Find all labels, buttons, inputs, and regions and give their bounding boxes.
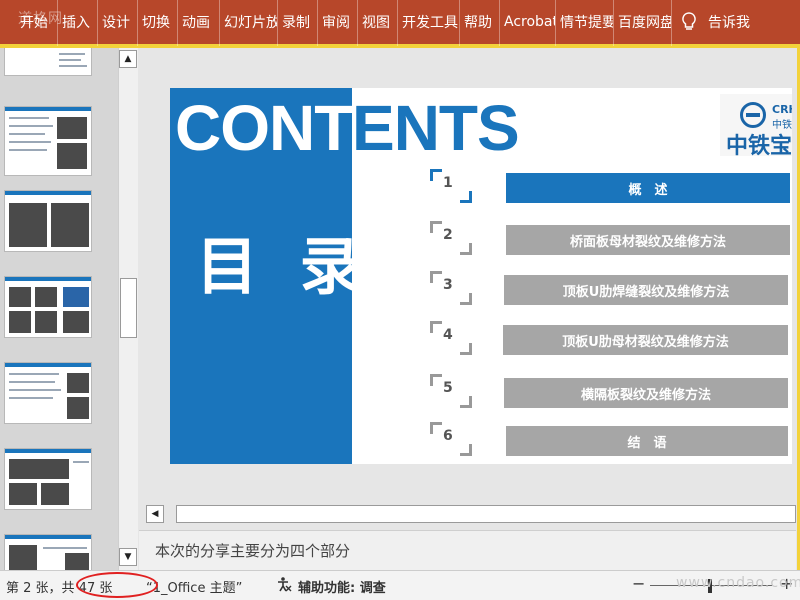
- tab-developer[interactable]: 开发工具: [398, 0, 460, 46]
- slide-thumbnail[interactable]: [4, 48, 92, 76]
- toc-item: 6 结 语: [426, 422, 792, 462]
- logo-text-cn: 中铁宝: [726, 134, 792, 159]
- accessibility-icon: [278, 577, 292, 592]
- logo-text-en: CRH: [772, 103, 792, 116]
- scroll-thumb[interactable]: [176, 505, 796, 523]
- notes-pane[interactable]: 本次的分享主要分为四个部分: [139, 530, 796, 570]
- red-annotation-circle: [76, 572, 158, 598]
- tab-baidu-netdisk[interactable]: 百度网盘: [614, 0, 672, 46]
- slide-thumbnail[interactable]: [4, 534, 92, 570]
- logo-icon: [740, 102, 766, 128]
- tab-animations[interactable]: 动画: [178, 0, 220, 46]
- zoom-out-button[interactable]: −: [632, 574, 645, 593]
- slide-title-part-2: ENTS: [352, 92, 520, 164]
- tab-help[interactable]: 帮助: [460, 0, 500, 46]
- slide-thumbnail[interactable]: [4, 362, 92, 424]
- toc-label: 顶板U肋焊缝裂纹及维修方法: [504, 275, 788, 305]
- toc-number: 5: [443, 380, 453, 396]
- slide-thumbnail[interactable]: [4, 106, 92, 176]
- slide-canvas: CONT ENTS 目 录 CRH 中铁 中铁宝 1 概 述 2 桥面板母材裂纹…: [139, 48, 796, 500]
- slide-thumbnail[interactable]: [4, 276, 92, 338]
- tab-design[interactable]: 设计: [98, 0, 138, 46]
- tell-me-search[interactable]: 告诉我: [706, 0, 754, 46]
- notes-text[interactable]: 本次的分享主要分为四个部分: [155, 540, 350, 561]
- toc-number: 4: [443, 327, 453, 343]
- tab-slideshow[interactable]: 幻灯片放映: [220, 0, 278, 46]
- slide-thumbnail-pane[interactable]: [0, 48, 118, 570]
- toc-item: 1 概 述: [426, 169, 792, 209]
- toc-label: 顶板U肋母材裂纹及维修方法: [503, 325, 788, 355]
- toc-label: 桥面板母材裂纹及维修方法: [506, 225, 790, 255]
- accessibility-status[interactable]: 辅助功能: 调查: [298, 577, 386, 596]
- slide[interactable]: CONT ENTS 目 录 CRH 中铁 中铁宝 1 概 述 2 桥面板母材裂纹…: [170, 88, 792, 464]
- toc-number: 2: [443, 227, 453, 243]
- toc-item: 2 桥面板母材裂纹及维修方法: [426, 221, 792, 261]
- tab-insert[interactable]: 插入: [58, 0, 98, 46]
- lightbulb-icon[interactable]: [672, 0, 706, 46]
- ribbon-tab-bar: 开始 插入 设计 切换 动画 幻灯片放映 录制 审阅 视图 开发工具 帮助 Ac…: [0, 0, 800, 48]
- tab-record[interactable]: 录制: [278, 0, 318, 46]
- scroll-left-button[interactable]: ◀: [146, 505, 164, 523]
- tab-review[interactable]: 审阅: [318, 0, 358, 46]
- toc-item: 4 顶板U肋母材裂纹及维修方法: [426, 321, 792, 361]
- toc-item: 3 顶板U肋焊缝裂纹及维修方法: [426, 271, 792, 311]
- toc-label: 概 述: [506, 173, 790, 203]
- tab-acrobat[interactable]: Acrobat: [500, 0, 556, 46]
- horizontal-scrollbar[interactable]: ◀: [146, 505, 796, 523]
- slide-title-part-1: CONT: [175, 92, 353, 164]
- toc-label: 横隔板裂纹及维修方法: [504, 378, 788, 408]
- toc-item: 5 横隔板裂纹及维修方法: [426, 374, 792, 414]
- toc-number: 3: [443, 277, 453, 293]
- slide-thumbnail[interactable]: [4, 448, 92, 510]
- tab-view[interactable]: 视图: [358, 0, 398, 46]
- company-logo: CRH 中铁 中铁宝: [720, 94, 792, 159]
- tab-storyboard[interactable]: 情节提要: [556, 0, 614, 46]
- tab-transitions[interactable]: 切换: [138, 0, 178, 46]
- slide-subtitle: 目 录: [196, 230, 372, 303]
- scroll-up-button[interactable]: ▲: [119, 50, 137, 68]
- watermark: www.cndao.com: [676, 575, 800, 591]
- theme-name: “1_Office 主题”: [146, 581, 243, 596]
- toc-label: 结 语: [506, 426, 788, 456]
- scroll-thumb[interactable]: [120, 278, 137, 338]
- toc-number: 1: [443, 175, 453, 191]
- thumbnail-scrollbar[interactable]: ▲ ▼: [118, 48, 138, 570]
- scroll-down-button[interactable]: ▼: [119, 548, 137, 566]
- toc-number: 6: [443, 428, 453, 444]
- slide-thumbnail[interactable]: [4, 190, 92, 252]
- watermark: 道格网: [18, 11, 63, 27]
